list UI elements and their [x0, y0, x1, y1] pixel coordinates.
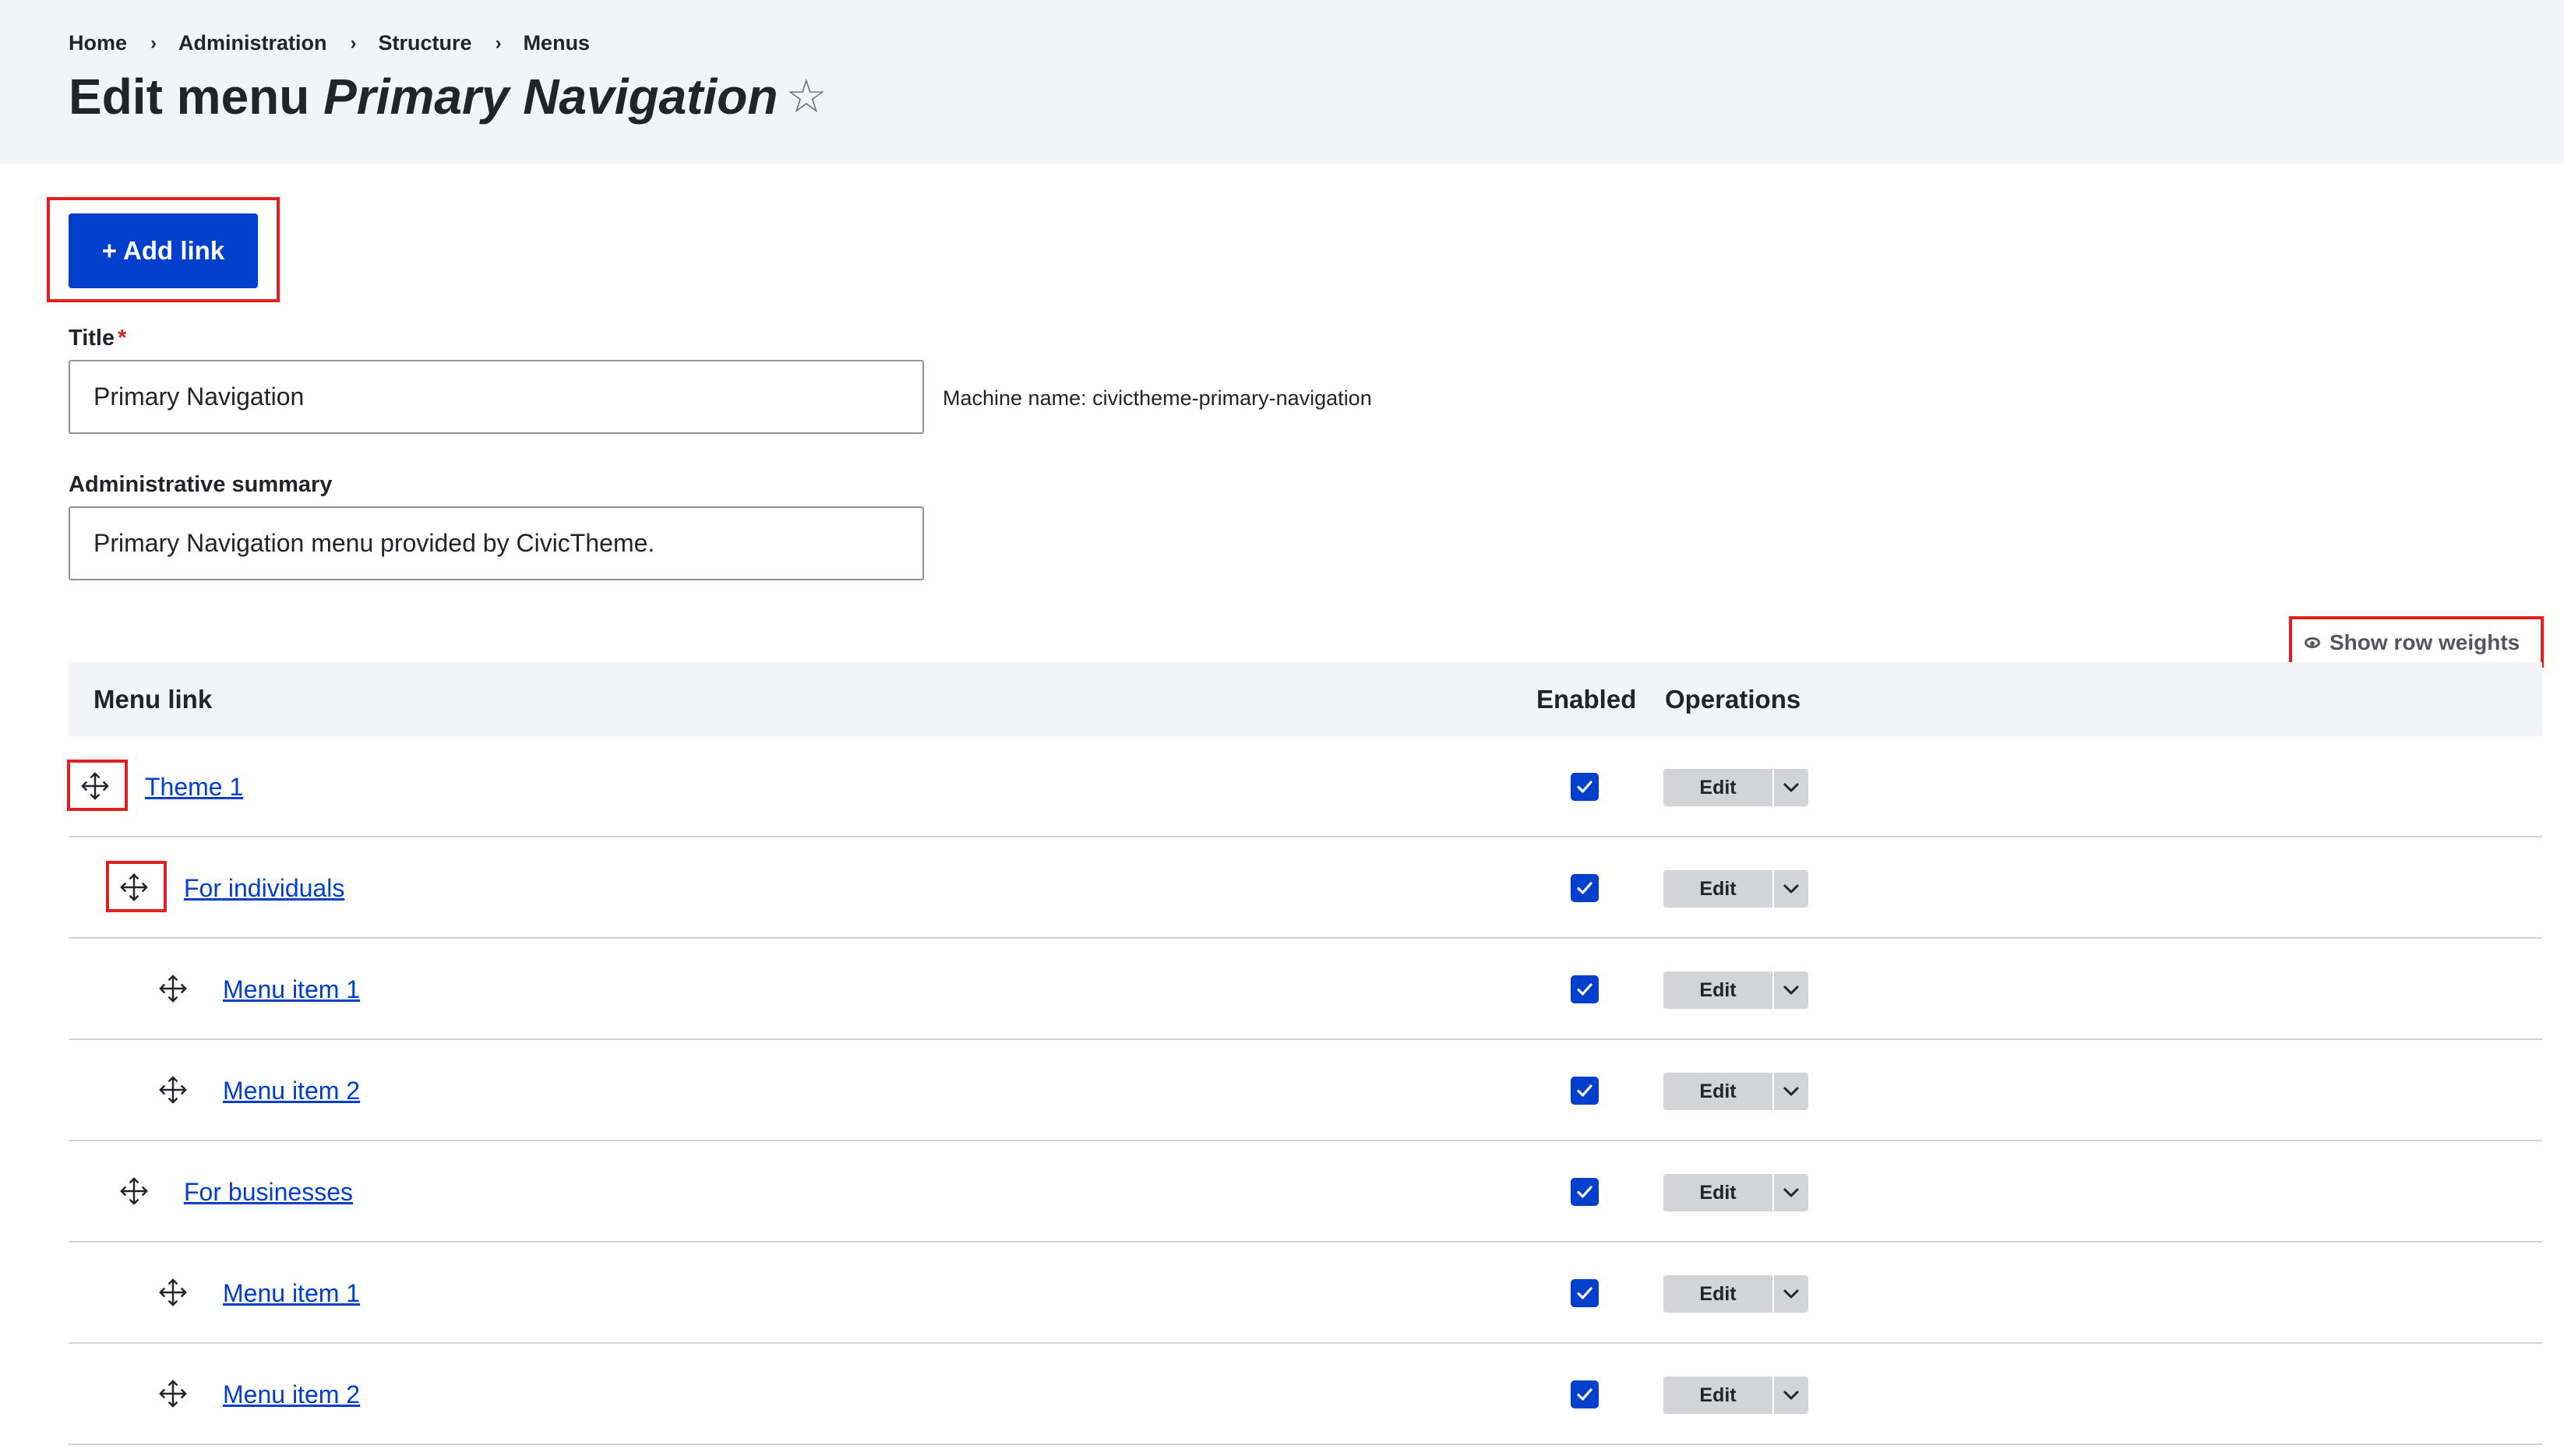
move-arrows-icon[interactable]: [154, 1071, 192, 1109]
table-header: Menu link Enabled Operations: [69, 662, 2542, 736]
table-row: Menu item 2 Edit: [69, 1344, 2542, 1445]
menu-link[interactable]: Menu item 2: [223, 1344, 360, 1445]
table-row: Menu item 1 Edit: [69, 1243, 2542, 1344]
edit-button[interactable]: Edit: [1663, 870, 1772, 908]
summary-label: Administrative summary: [69, 472, 333, 497]
operations-dropbutton: Edit: [1663, 1275, 1808, 1313]
operations-toggle[interactable]: [1772, 1073, 1808, 1110]
title-input[interactable]: [69, 360, 924, 434]
chevron-down-icon: [1783, 1289, 1799, 1299]
enabled-checkbox[interactable]: [1571, 1279, 1599, 1307]
chevron-down-icon: [1783, 985, 1799, 995]
menu-link[interactable]: Theme 1: [145, 736, 243, 837]
page-header: Home › Administration › Structure › Menu…: [0, 0, 2564, 164]
enabled-checkbox[interactable]: [1571, 1077, 1599, 1105]
star-outline-icon[interactable]: ☆: [785, 69, 827, 125]
breadcrumb-home[interactable]: Home: [69, 31, 127, 55]
enabled-checkbox[interactable]: [1571, 1380, 1599, 1408]
operations-toggle[interactable]: [1772, 971, 1808, 1009]
operations-toggle[interactable]: [1772, 1377, 1808, 1414]
checkmark-icon: [1577, 1186, 1592, 1198]
menu-link[interactable]: For businesses: [184, 1141, 353, 1243]
chevron-down-icon: [1783, 1391, 1799, 1400]
operations-toggle[interactable]: [1772, 769, 1808, 806]
operations-toggle[interactable]: [1772, 1275, 1808, 1313]
chevron-down-icon: [1783, 1188, 1799, 1197]
breadcrumb-separator: ›: [350, 32, 357, 54]
operations-dropbutton: Edit: [1663, 1073, 1808, 1110]
checkmark-icon: [1577, 882, 1592, 894]
table-row: For businesses Edit: [69, 1141, 2542, 1243]
chevron-down-icon: [1783, 884, 1799, 894]
add-link-button[interactable]: + Add link: [69, 213, 258, 288]
checkmark-icon: [1577, 1084, 1592, 1097]
table-row: Theme 1 Edit: [69, 736, 2542, 837]
operations-dropbutton: Edit: [1663, 971, 1808, 1009]
breadcrumb-administration[interactable]: Administration: [178, 31, 327, 55]
operations-dropbutton: Edit: [1663, 1377, 1808, 1414]
page-title: Edit menu Primary Navigation: [69, 65, 778, 128]
edit-button[interactable]: Edit: [1663, 1073, 1772, 1110]
table-row: Menu item 2 Edit: [69, 1040, 2542, 1141]
menu-link[interactable]: Menu item 1: [223, 939, 360, 1040]
menu-link[interactable]: For individuals: [184, 837, 344, 939]
summary-input[interactable]: [69, 506, 924, 580]
checkmark-icon: [1577, 1287, 1592, 1299]
edit-button[interactable]: Edit: [1663, 1275, 1772, 1313]
table-row: Menu item 1 Edit: [69, 939, 2542, 1040]
page-title-menu-name: Primary Navigation: [323, 69, 778, 125]
required-marker: *: [118, 326, 127, 351]
breadcrumb-structure[interactable]: Structure: [379, 31, 472, 55]
page-title-prefix: Edit menu: [69, 69, 310, 125]
highlight-box: [67, 760, 128, 811]
chevron-down-icon: [1783, 783, 1799, 792]
operations-dropbutton: Edit: [1663, 1174, 1808, 1211]
highlight-box: [106, 861, 167, 912]
chevron-down-icon: [1783, 1087, 1799, 1096]
checkmark-icon: [1577, 1388, 1592, 1401]
edit-button[interactable]: Edit: [1663, 1174, 1772, 1211]
show-row-weights-button[interactable]: Show row weights: [2305, 623, 2520, 662]
move-arrows-icon[interactable]: [115, 1172, 153, 1210]
edit-button[interactable]: Edit: [1663, 971, 1772, 1009]
move-arrows-icon[interactable]: [154, 1375, 192, 1412]
enabled-checkbox[interactable]: [1571, 874, 1599, 902]
breadcrumb-menus[interactable]: Menus: [524, 31, 591, 55]
move-arrows-icon[interactable]: [154, 1274, 192, 1311]
enabled-checkbox[interactable]: [1571, 1178, 1599, 1206]
operations-dropbutton: Edit: [1663, 769, 1808, 806]
breadcrumb: Home › Administration › Structure › Menu…: [69, 31, 590, 55]
move-arrows-icon[interactable]: [154, 970, 192, 1007]
show-row-weights-label: Show row weights: [2329, 630, 2520, 654]
edit-button[interactable]: Edit: [1663, 1377, 1772, 1414]
table-row: For individuals Edit: [69, 837, 2542, 939]
title-label: Title *: [69, 326, 126, 351]
title-label-text: Title: [69, 326, 115, 351]
breadcrumb-separator: ›: [150, 32, 157, 54]
operations-toggle[interactable]: [1772, 1174, 1808, 1211]
menu-link[interactable]: Menu item 1: [223, 1243, 360, 1344]
checkmark-icon: [1577, 781, 1592, 793]
edit-button[interactable]: Edit: [1663, 769, 1772, 806]
machine-name: Machine name: civictheme-primary-navigat…: [943, 386, 1372, 410]
operations-dropbutton: Edit: [1663, 870, 1808, 908]
enabled-checkbox[interactable]: [1571, 975, 1599, 1003]
column-menu-link: Menu link: [93, 685, 213, 714]
checkmark-icon: [1577, 983, 1592, 996]
menu-link[interactable]: Menu item 2: [223, 1040, 360, 1141]
column-enabled: Enabled: [1536, 685, 1637, 714]
enabled-checkbox[interactable]: [1571, 773, 1599, 801]
column-operations: Operations: [1665, 685, 1801, 714]
eye-icon: [2305, 637, 2320, 648]
operations-toggle[interactable]: [1772, 870, 1808, 908]
breadcrumb-separator: ›: [495, 32, 502, 54]
